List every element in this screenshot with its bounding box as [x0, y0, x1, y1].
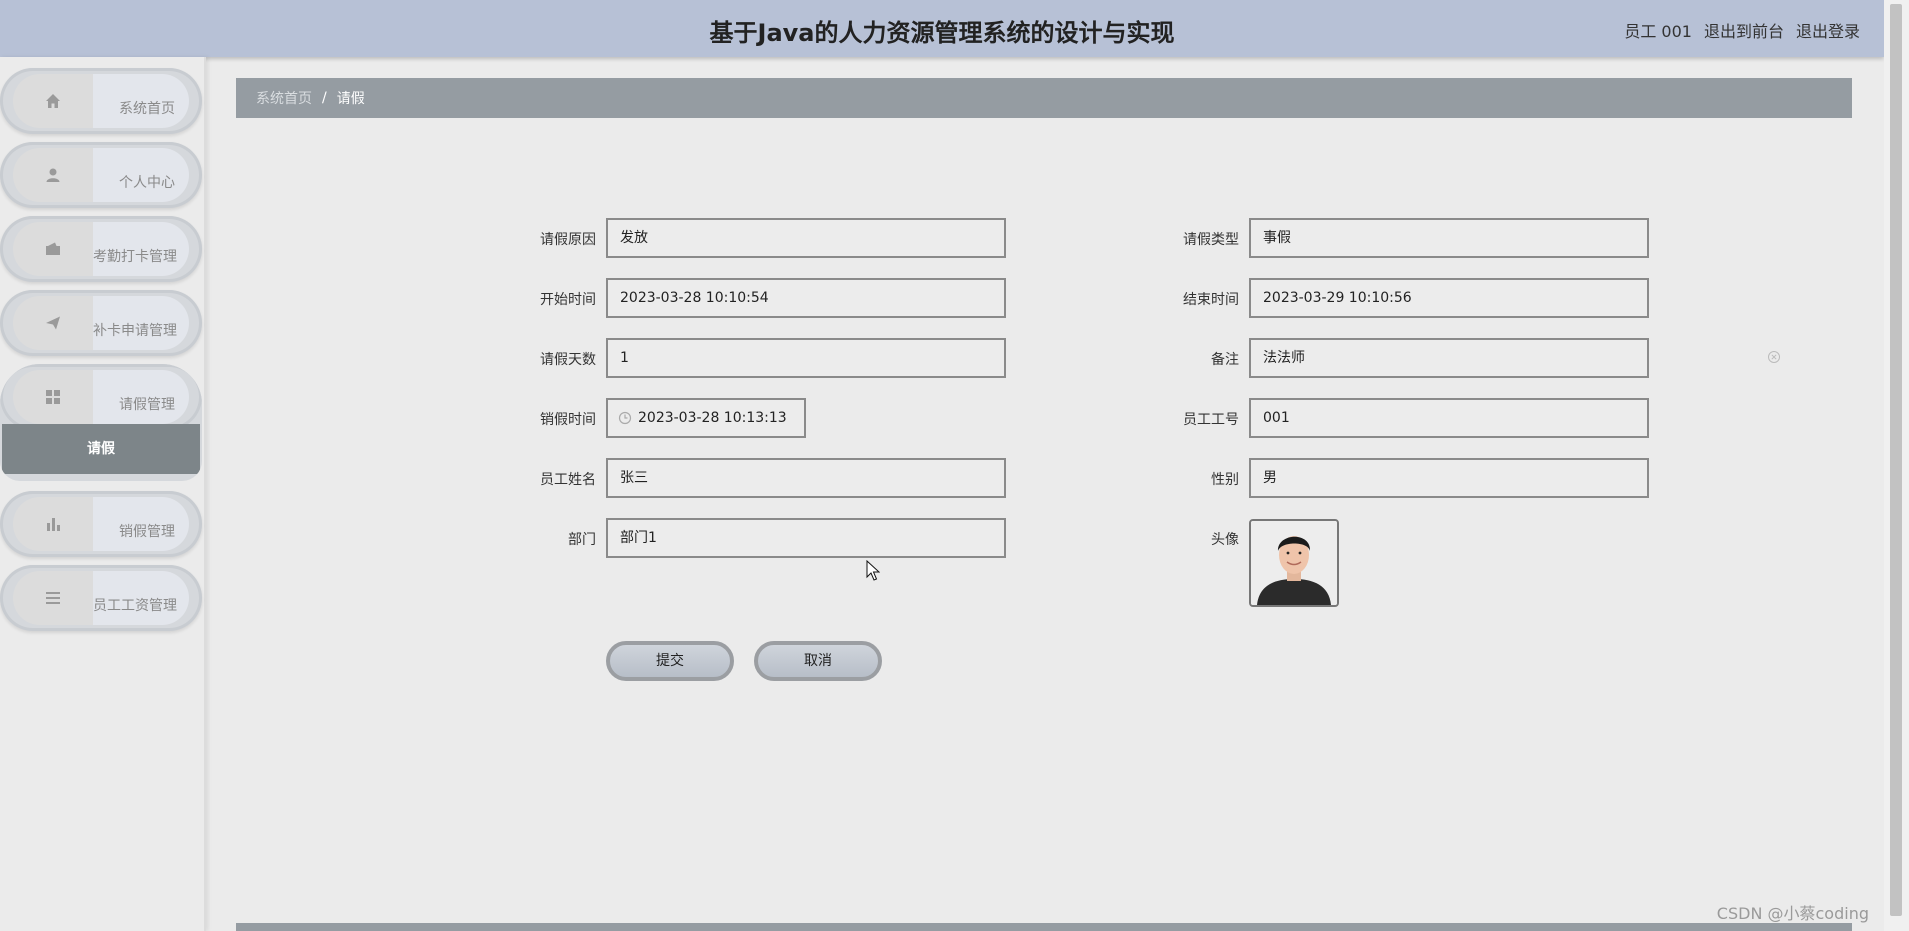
cancel-time-label: 销假时间 — [540, 412, 596, 428]
sidebar-item-leave[interactable]: 请假管理 — [0, 364, 202, 430]
vertical-scrollbar[interactable] — [1884, 0, 1909, 931]
sidebar-item-makeup[interactable]: 补卡申请管理 — [0, 290, 202, 356]
breadcrumb-current: 请假 — [336, 91, 365, 107]
submit-button[interactable]: 提交 — [606, 641, 734, 681]
department-label: 部门 — [568, 532, 596, 548]
cancel-time-picker[interactable]: 2023-03-28 10:13:13 — [606, 398, 806, 438]
sidebar-item-home[interactable]: 系统首页 — [0, 68, 202, 134]
sidebar-item-label: 请假管理 — [119, 397, 175, 413]
sidebar-item-salary[interactable]: 员工工资管理 — [0, 565, 202, 631]
footer-bar — [236, 923, 1852, 931]
remark-input[interactable]: 法法师 — [1249, 338, 1649, 378]
clock-icon — [618, 411, 632, 425]
avatar-portrait — [1251, 521, 1337, 605]
menu-icon — [46, 592, 60, 604]
bar-chart-icon — [47, 518, 60, 531]
leave-reason-label: 请假原因 — [540, 232, 596, 248]
avatar-label: 头像 — [1211, 532, 1239, 548]
leave-days-input[interactable]: 1 — [606, 338, 1006, 378]
sidebar-item-label: 补卡申请管理 — [93, 323, 177, 339]
sidebar-item-label: 销假管理 — [119, 524, 175, 540]
end-time-label: 结束时间 — [1183, 292, 1239, 308]
sidebar-group-leave: 请假管理 请假 — [0, 364, 202, 481]
current-user: 员工 001 — [1624, 22, 1692, 41]
start-time-input[interactable]: 2023-03-28 10:10:54 — [606, 278, 1006, 318]
avatar-image[interactable] — [1249, 519, 1339, 607]
employee-id-input[interactable]: 001 — [1249, 398, 1649, 438]
department-input[interactable]: 部门1 — [606, 518, 1006, 558]
leave-type-input[interactable]: 事假 — [1249, 218, 1649, 258]
employee-name-label: 员工姓名 — [540, 472, 596, 488]
watermark: CSDN @小蔡coding — [1716, 904, 1869, 923]
sidebar-item-label: 系统首页 — [119, 101, 175, 117]
leave-type-label: 请假类型 — [1183, 232, 1239, 248]
grid-icon — [46, 390, 60, 404]
sidebar-item-label: 员工工资管理 — [93, 598, 177, 614]
breadcrumb-separator: / — [322, 90, 327, 106]
clear-icon[interactable] — [1767, 350, 1781, 364]
back-to-front-link[interactable]: 退出到前台 — [1704, 18, 1784, 42]
user-area: 员工 001 退出到前台 退出登录 — [1624, 18, 1860, 42]
gender-input[interactable]: 男 — [1249, 458, 1649, 498]
start-time-label: 开始时间 — [540, 292, 596, 308]
wallet-icon — [46, 242, 60, 255]
end-time-input[interactable]: 2023-03-29 10:10:56 — [1249, 278, 1649, 318]
sidebar-item-cancel-leave[interactable]: 销假管理 — [0, 491, 202, 557]
remark-label: 备注 — [1211, 352, 1239, 368]
sidebar-item-profile[interactable]: 个人中心 — [0, 142, 202, 208]
employee-id-label: 员工工号 — [1183, 412, 1239, 428]
send-icon — [46, 316, 60, 330]
employee-name-input[interactable]: 张三 — [606, 458, 1006, 498]
sidebar-subitem-leave[interactable]: 请假 — [2, 424, 200, 474]
leave-reason-input[interactable]: 发放 — [606, 218, 1006, 258]
user-icon — [46, 168, 60, 182]
scrollbar-thumb[interactable] — [1890, 4, 1902, 916]
mouse-cursor-icon — [866, 560, 880, 581]
sidebar-item-label: 个人中心 — [119, 175, 175, 191]
page-title: 基于Java的人力资源管理系统的设计与实现 — [709, 19, 1175, 47]
breadcrumb: 系统首页 / 请假 — [236, 78, 1852, 118]
sidebar-item-label: 考勤打卡管理 — [93, 249, 177, 265]
cancel-button[interactable]: 取消 — [754, 641, 882, 681]
home-icon — [46, 94, 60, 108]
sidebar: 系统首页 个人中心 考勤打卡管理 补卡申请管理 请假管理 请假 销假管理 员工工… — [0, 57, 206, 931]
gender-label: 性别 — [1211, 472, 1239, 488]
sidebar-item-attendance[interactable]: 考勤打卡管理 — [0, 216, 202, 282]
breadcrumb-home[interactable]: 系统首页 — [256, 88, 312, 108]
logout-link[interactable]: 退出登录 — [1796, 18, 1860, 42]
leave-days-label: 请假天数 — [540, 352, 596, 368]
top-header: 基于Java的人力资源管理系统的设计与实现 员工 001 退出到前台 退出登录 — [0, 0, 1884, 57]
cancel-time-value: 2023-03-28 10:13:13 — [638, 410, 787, 426]
